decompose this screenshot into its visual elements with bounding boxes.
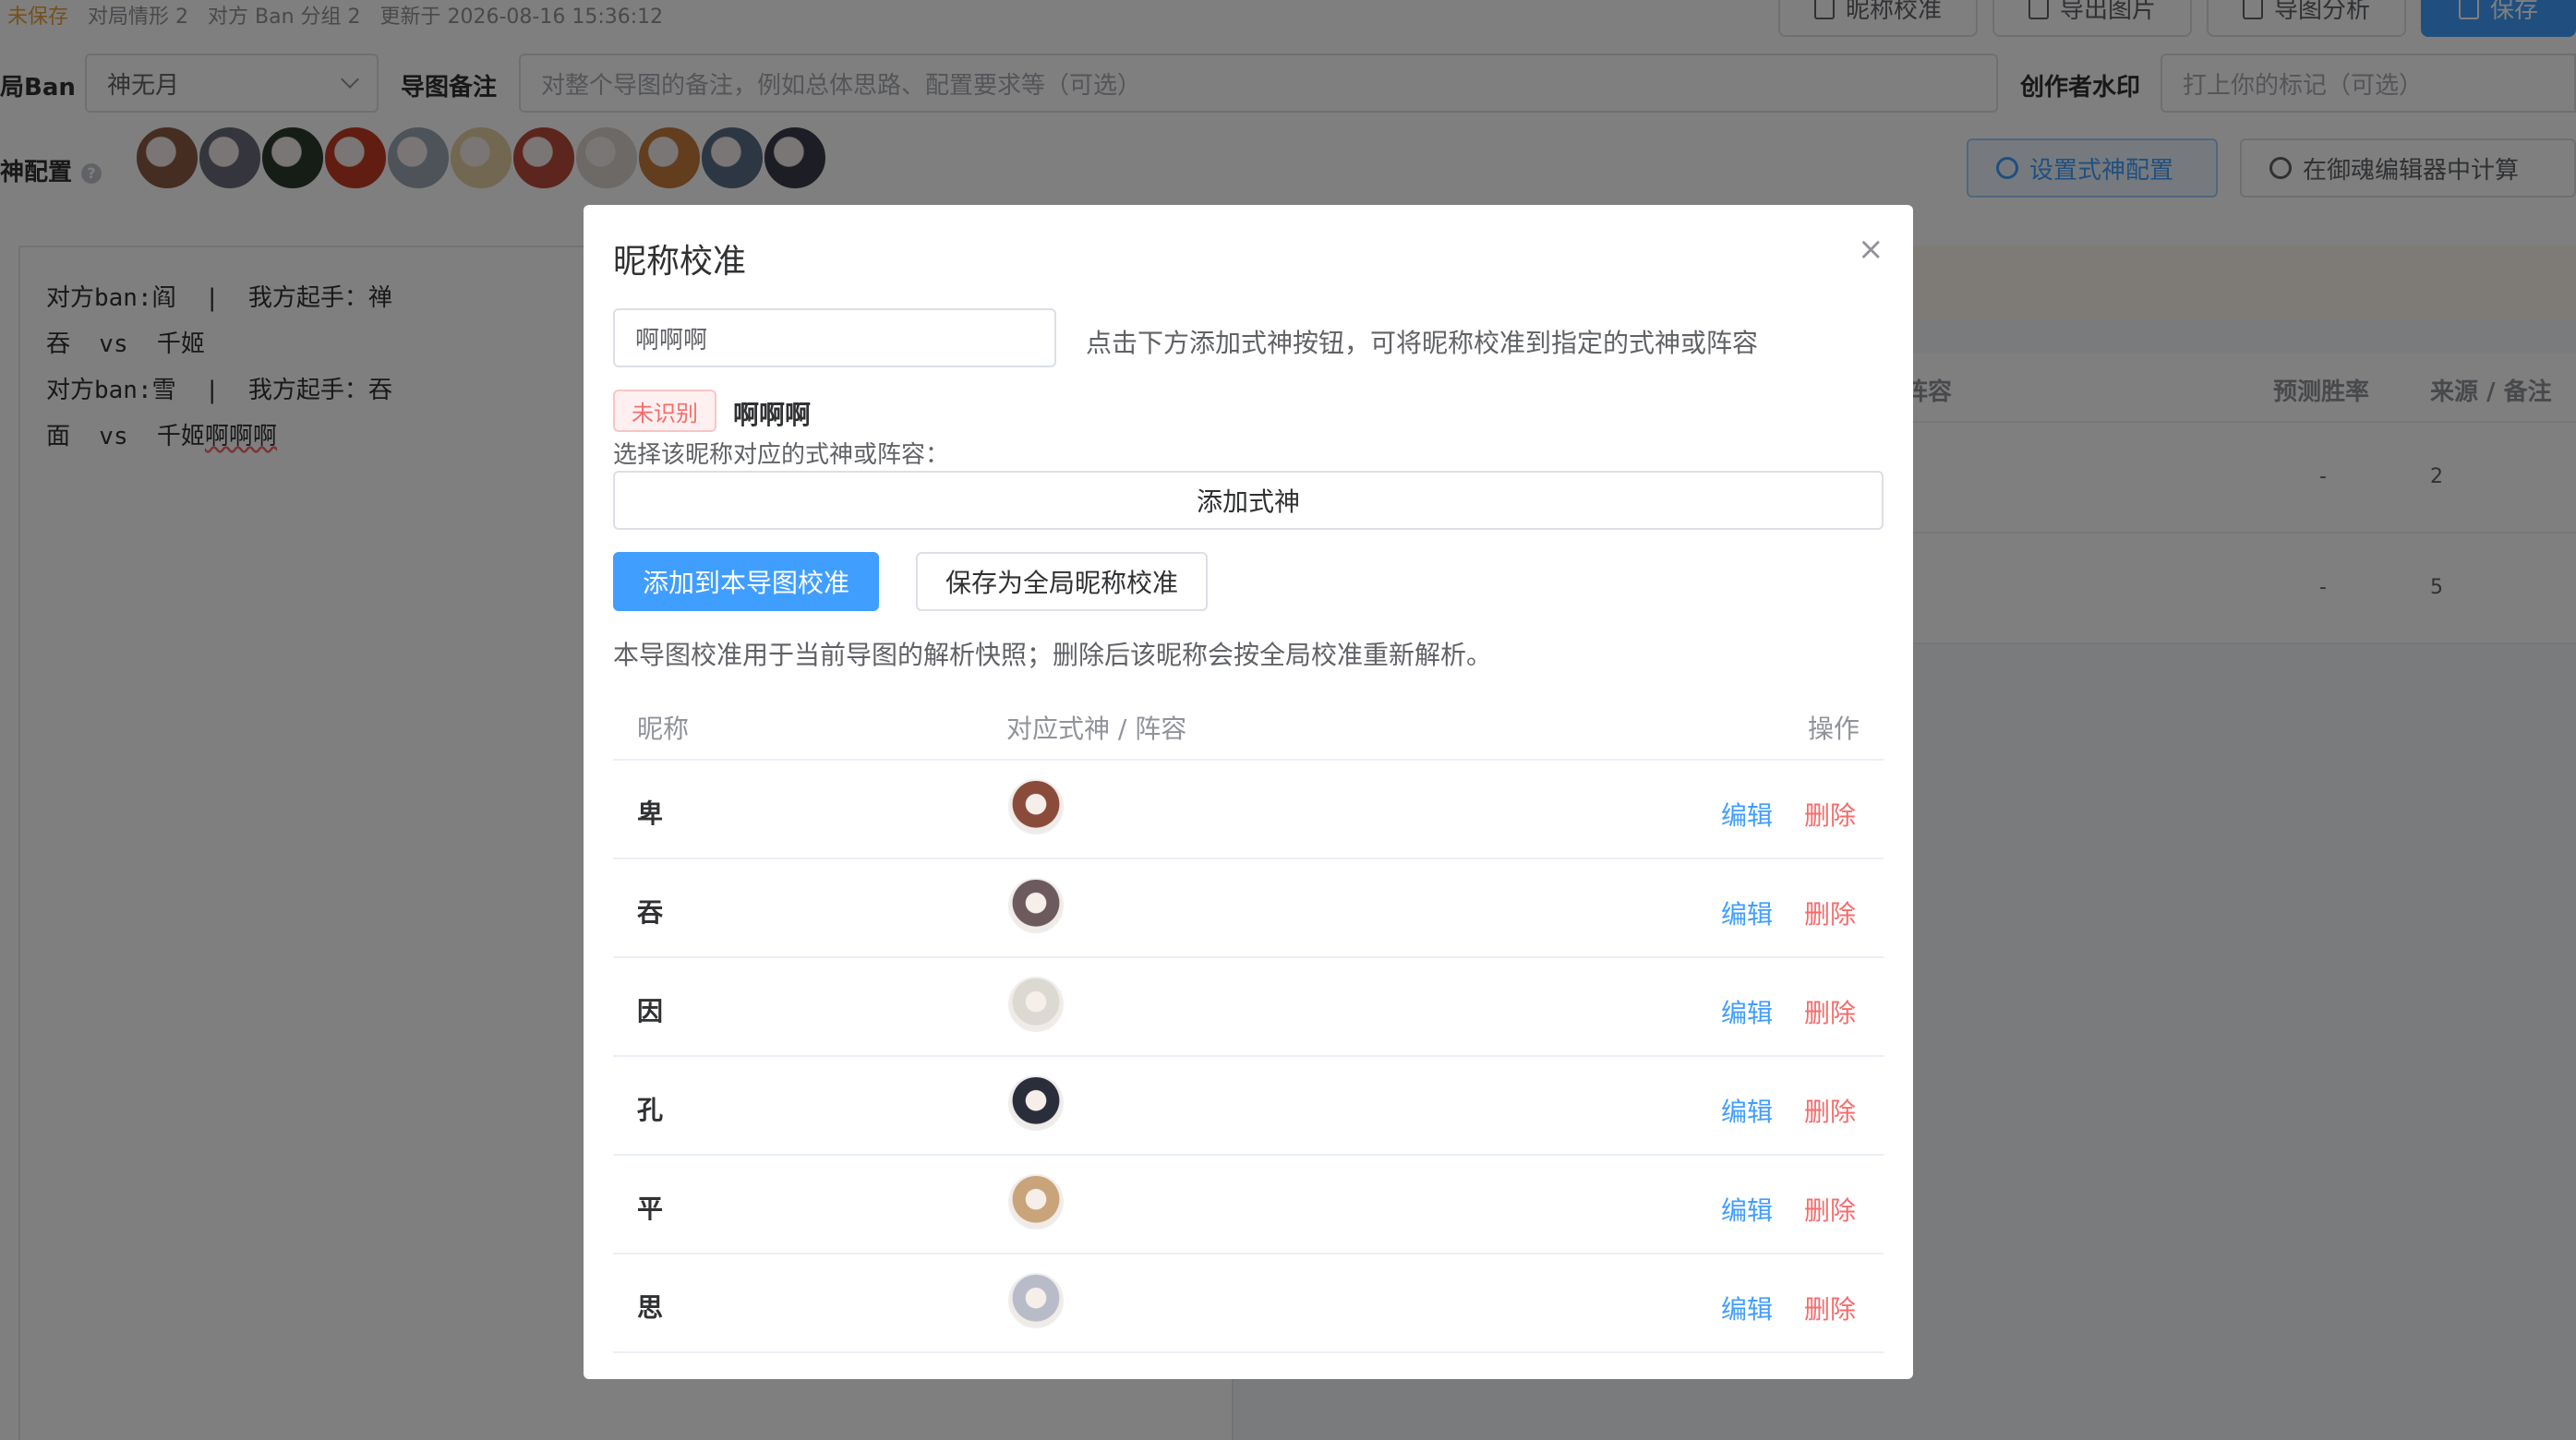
row-nickname: 因 (637, 996, 664, 1026)
unrecognized-name: 啊啊啊 (733, 400, 812, 430)
dialog-title: 昵称校准 (613, 243, 747, 281)
shishen-avatar (1008, 1273, 1064, 1328)
nickname-hint: 点击下方添加式神按钮，可将昵称校准到指定的式神或阵容 (1086, 328, 1759, 358)
calibration-row: 孔 编辑 删除 (613, 1057, 1884, 1156)
calibration-row: 思 编辑 删除 (613, 1254, 1884, 1353)
row-nickname: 卑 (637, 798, 664, 829)
add-local-calibration-button[interactable]: 添加到本导图校准 (613, 552, 879, 611)
calibration-row: 卑 编辑 删除 (613, 761, 1884, 859)
choose-label: 选择该昵称对应的式神或阵容： (613, 441, 950, 469)
edit-button[interactable]: 编辑 (1721, 1290, 1773, 1326)
add-shishen-button[interactable]: 添加式神 (613, 471, 1884, 530)
app-page: 未保存 对局情形 2 对方 Ban 分组 2 更新于 2026-08-16 15… (0, 0, 2576, 1440)
calibration-row: 因 编辑 删除 (613, 958, 1884, 1057)
save-global-calibration-button[interactable]: 保存为全局昵称校准 (916, 552, 1208, 611)
calibration-row: 平 编辑 删除 (613, 1156, 1884, 1254)
delete-button[interactable]: 删除 (1804, 1290, 1856, 1326)
delete-button[interactable]: 删除 (1804, 796, 1856, 833)
delete-button[interactable]: 删除 (1804, 1191, 1856, 1228)
unrecognized-tag: 未识别 (613, 390, 716, 432)
shishen-avatar (1008, 779, 1064, 834)
close-icon[interactable]: × (1858, 234, 1884, 265)
shishen-avatar (1008, 977, 1064, 1032)
nickname-input-value: 啊啊啊 (635, 326, 708, 354)
col-target: 对应式神 / 阵容 (1006, 714, 1187, 744)
edit-button[interactable]: 编辑 (1721, 993, 1773, 1030)
edit-button[interactable]: 编辑 (1721, 1092, 1773, 1129)
shishen-avatar (1008, 1075, 1064, 1131)
col-action: 操作 (1807, 714, 1860, 744)
row-nickname: 孔 (637, 1095, 664, 1125)
calibration-table-header: 昵称 对应式神 / 阵容 操作 (613, 687, 1884, 761)
delete-button[interactable]: 删除 (1804, 894, 1856, 931)
calibration-row: 吞 编辑 删除 (613, 859, 1884, 958)
shishen-avatar (1008, 1174, 1064, 1230)
edit-button[interactable]: 编辑 (1721, 894, 1773, 931)
col-nickname: 昵称 (637, 714, 690, 744)
edit-button[interactable]: 编辑 (1721, 1191, 1773, 1228)
edit-button[interactable]: 编辑 (1721, 796, 1773, 833)
row-nickname: 平 (637, 1194, 664, 1224)
shishen-avatar (1008, 878, 1064, 933)
nickname-calibration-dialog: 昵称校准 × 啊啊啊 点击下方添加式神按钮，可将昵称校准到指定的式神或阵容 未识… (584, 205, 1913, 1379)
delete-button[interactable]: 删除 (1804, 993, 1856, 1030)
calibration-table: 昵称 对应式神 / 阵容 操作 卑编辑 删除吞编辑 删除因编辑 删除孔编辑 删除平编辑删… (613, 687, 1884, 1353)
calibration-note: 本导图校准用于当前导图的解析快照；删除后该昵称会按全局校准重新解析。 (613, 640, 1493, 670)
delete-button[interactable]: 删除 (1804, 1092, 1856, 1129)
nickname-input[interactable]: 啊啊啊 (613, 308, 1056, 367)
row-nickname: 吞 (637, 897, 664, 928)
row-nickname: 思 (637, 1292, 664, 1323)
